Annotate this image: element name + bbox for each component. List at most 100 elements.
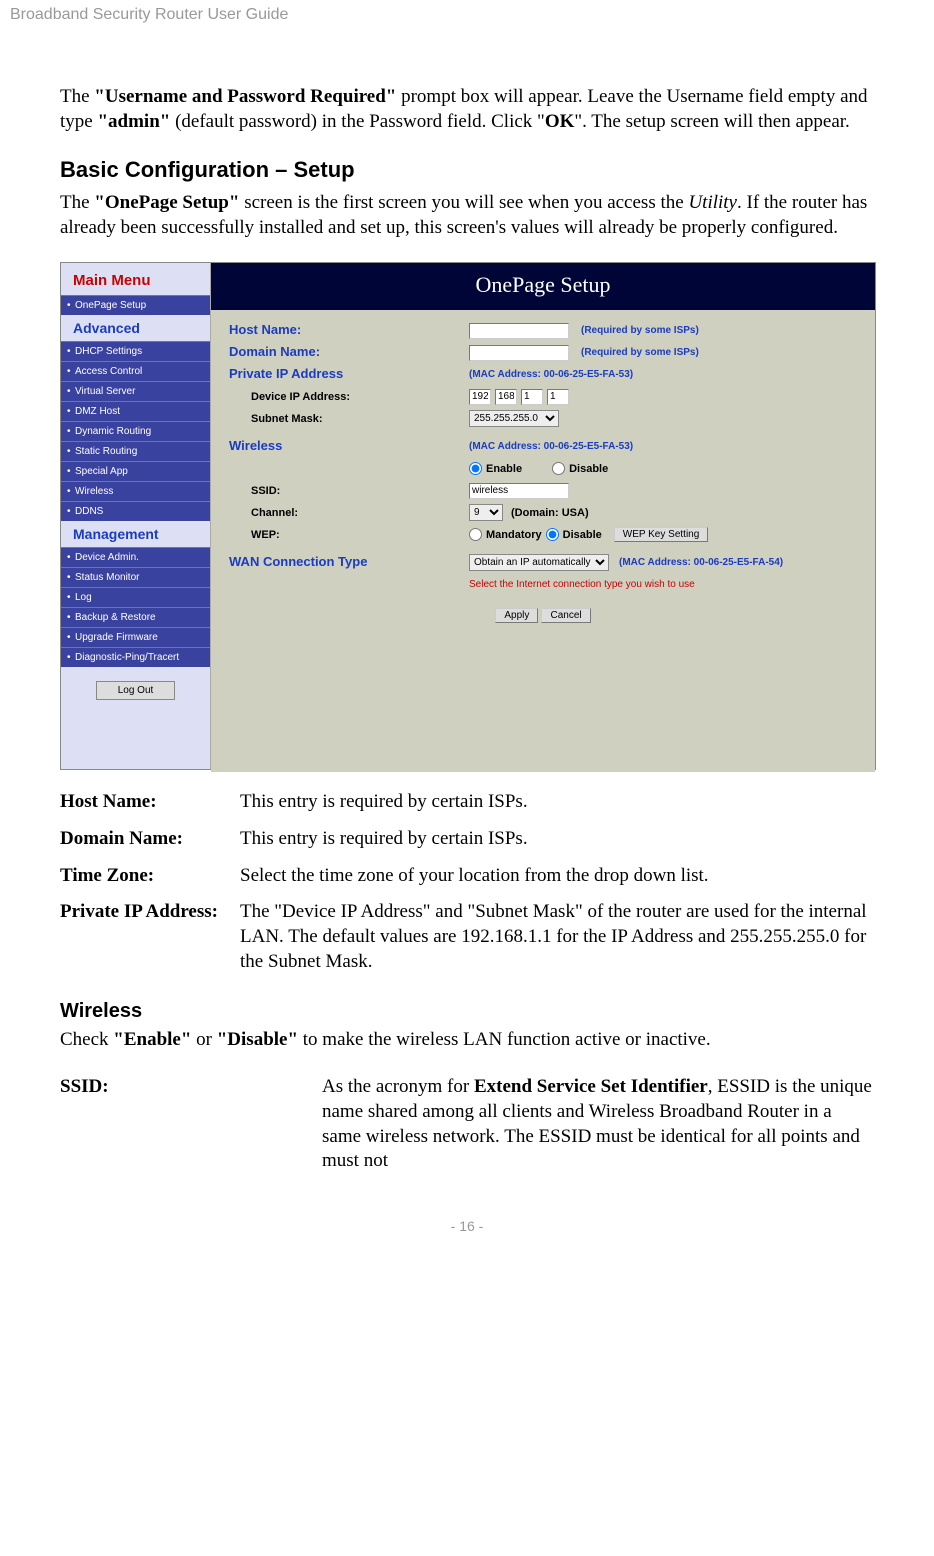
- sidebar-management-label: Management: [61, 521, 210, 547]
- sidebar-item[interactable]: Static Routing: [61, 441, 210, 461]
- sidebar-item[interactable]: Dynamic Routing: [61, 421, 210, 441]
- text: to make the wireless LAN function active…: [298, 1029, 711, 1050]
- private-ip-label: Private IP Address: [229, 366, 469, 383]
- sidebar-item[interactable]: DHCP Settings: [61, 341, 210, 361]
- intro-paragraph: The "Username and Password Required" pro…: [60, 85, 874, 134]
- text: Check: [60, 1029, 113, 1050]
- domain-usa: (Domain: USA): [511, 506, 589, 520]
- sidebar-item[interactable]: Access Control: [61, 361, 210, 381]
- sidebar-item-onepage[interactable]: OnePage Setup: [61, 295, 210, 315]
- device-ip-label: Device IP Address:: [229, 390, 469, 404]
- form-body: Host Name: (Required by some ISPs) Domai…: [211, 310, 875, 772]
- host-name-label: Host Name:: [229, 322, 469, 339]
- def-label: Private IP Address:: [60, 900, 240, 974]
- sidebar-item[interactable]: DDNS: [61, 501, 210, 521]
- def-text: This entry is required by certain ISPs.: [240, 790, 874, 815]
- text: The: [60, 86, 94, 107]
- host-name-input[interactable]: [469, 323, 569, 339]
- text: As the acronym for: [322, 1076, 474, 1097]
- def-text: Select the time zone of your location fr…: [240, 864, 874, 889]
- definition-row: SSID: As the acronym for Extend Service …: [60, 1075, 874, 1174]
- section-paragraph: The "OnePage Setup" screen is the first …: [60, 191, 874, 240]
- text: (default password) in the Password field…: [170, 111, 545, 132]
- mandatory-radio[interactable]: [469, 528, 482, 541]
- sidebar-item[interactable]: DMZ Host: [61, 401, 210, 421]
- text: or: [191, 1029, 216, 1050]
- domain-name-label: Domain Name:: [229, 344, 469, 361]
- wireless-label: Wireless: [229, 438, 469, 455]
- text: screen is the first screen you will see …: [239, 192, 688, 213]
- definition-row: Host Name: This entry is required by cer…: [60, 790, 874, 815]
- wep-key-button[interactable]: WEP Key Setting: [614, 527, 709, 542]
- def-text: This entry is required by certain ISPs.: [240, 827, 874, 852]
- sidebar-item[interactable]: Wireless: [61, 481, 210, 501]
- wan-select[interactable]: Obtain an IP automatically: [469, 554, 609, 571]
- main-menu-label: Main Menu: [61, 263, 210, 295]
- bold-text: Extend Service Set Identifier: [474, 1076, 708, 1097]
- required-note: (Required by some ISPs): [581, 324, 699, 337]
- ip-octet-3[interactable]: [521, 389, 543, 405]
- sidebar-item[interactable]: Virtual Server: [61, 381, 210, 401]
- subnet-select[interactable]: 255.255.255.0: [469, 410, 559, 427]
- enable-label: Enable: [486, 462, 522, 476]
- italic-text: Utility: [688, 192, 737, 213]
- definition-row: Domain Name: This entry is required by c…: [60, 827, 874, 852]
- logout-button[interactable]: Log Out: [96, 681, 175, 700]
- apply-button[interactable]: Apply: [495, 608, 538, 623]
- definition-row: Private IP Address: The "Device IP Addre…: [60, 900, 874, 974]
- sidebar-item[interactable]: Backup & Restore: [61, 607, 210, 627]
- ssid-input[interactable]: [469, 483, 569, 499]
- ip-octet-4[interactable]: [547, 389, 569, 405]
- wep-label: WEP:: [229, 528, 469, 542]
- disable-radio[interactable]: [552, 462, 565, 475]
- sidebar-item[interactable]: Upgrade Firmware: [61, 627, 210, 647]
- sidebar-item[interactable]: Device Admin.: [61, 547, 210, 567]
- subnet-label: Subnet Mask:: [229, 412, 469, 426]
- content: The "Username and Password Required" pro…: [0, 30, 934, 1174]
- bold-text: "Disable": [217, 1029, 298, 1050]
- bold-text: "OnePage Setup": [94, 192, 239, 213]
- mac-address: (MAC Address: 00-06-25-E5-FA-53): [469, 368, 633, 381]
- select-type-text: Select the Internet connection type you …: [469, 578, 695, 591]
- channel-select[interactable]: 9: [469, 504, 503, 521]
- text: The: [60, 192, 94, 213]
- enable-radio[interactable]: [469, 462, 482, 475]
- bold-text: "Enable": [113, 1029, 191, 1050]
- sidebar: Main Menu OnePage Setup Advanced DHCP Se…: [61, 263, 211, 769]
- required-note: (Required by some ISPs): [581, 346, 699, 359]
- ssid-label: SSID:: [229, 484, 469, 498]
- def-label: SSID:: [60, 1075, 322, 1174]
- mandatory-label: Mandatory: [486, 528, 542, 542]
- cancel-button[interactable]: Cancel: [541, 608, 590, 623]
- mac-address: (MAC Address: 00-06-25-E5-FA-53): [469, 440, 633, 453]
- wep-disable-radio[interactable]: [546, 528, 559, 541]
- sidebar-item[interactable]: Special App: [61, 461, 210, 481]
- sidebar-advanced-label: Advanced: [61, 315, 210, 341]
- mac-address: (MAC Address: 00-06-25-E5-FA-54): [619, 556, 783, 569]
- page-banner: OnePage Setup: [211, 263, 875, 310]
- sidebar-item[interactable]: Log: [61, 587, 210, 607]
- wireless-heading: Wireless: [60, 998, 874, 1024]
- main-panel: OnePage Setup Host Name: (Required by so…: [211, 263, 875, 769]
- ip-octet-2[interactable]: [495, 389, 517, 405]
- bold-text: OK: [545, 111, 575, 132]
- text: ". The setup screen will then appear.: [574, 111, 849, 132]
- bold-text: "admin": [97, 111, 170, 132]
- sidebar-item[interactable]: Diagnostic-Ping/Tracert: [61, 647, 210, 667]
- domain-name-input[interactable]: [469, 345, 569, 361]
- definition-row: Time Zone: Select the time zone of your …: [60, 864, 874, 889]
- page-footer: - 16 -: [0, 1186, 934, 1246]
- sidebar-item[interactable]: Status Monitor: [61, 567, 210, 587]
- ip-octet-1[interactable]: [469, 389, 491, 405]
- disable-label: Disable: [569, 462, 608, 476]
- def-text: The "Device IP Address" and "Subnet Mask…: [240, 900, 874, 974]
- def-label: Domain Name:: [60, 827, 240, 852]
- wep-disable-label: Disable: [563, 528, 602, 542]
- def-text: As the acronym for Extend Service Set Id…: [322, 1075, 874, 1174]
- channel-label: Channel:: [229, 506, 469, 520]
- wireless-paragraph: Check "Enable" or "Disable" to make the …: [60, 1028, 874, 1053]
- def-label: Host Name:: [60, 790, 240, 815]
- wan-label: WAN Connection Type: [229, 554, 469, 571]
- bold-text: "Username and Password Required": [94, 86, 396, 107]
- section-heading: Basic Configuration – Setup: [60, 156, 874, 185]
